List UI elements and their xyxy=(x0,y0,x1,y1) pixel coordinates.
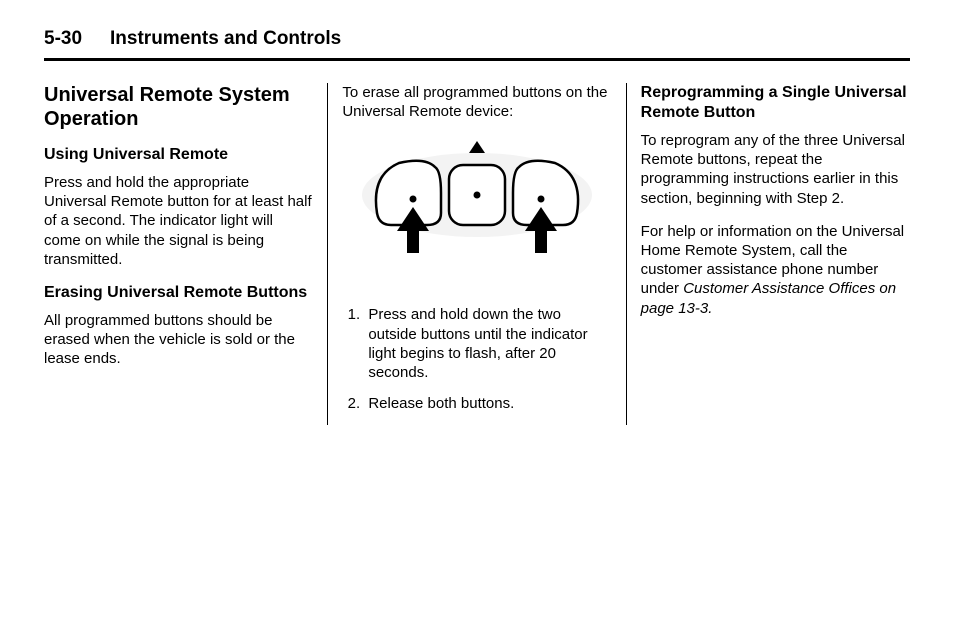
page-number: 5-30 xyxy=(44,28,82,50)
body-text: Press and hold the appropriate Universal… xyxy=(44,173,313,269)
step-list: Press and hold down the two outside butt… xyxy=(342,305,611,413)
column-container: Universal Remote System Operation Using … xyxy=(44,83,910,425)
list-item: Press and hold down the two outside butt… xyxy=(364,305,611,382)
subsection-erasing-buttons: Erasing Universal Remote Buttons xyxy=(44,283,313,303)
section-title: Universal Remote System Operation xyxy=(44,83,313,131)
step-text: Press and hold down the two outside butt… xyxy=(368,306,587,381)
subsection-using-remote: Using Universal Remote xyxy=(44,145,313,165)
list-item: Release both buttons. xyxy=(364,394,611,413)
remote-buttons-diagram xyxy=(357,135,597,285)
column-1: Universal Remote System Operation Using … xyxy=(44,83,327,425)
step-text: Release both buttons. xyxy=(368,395,514,412)
header-rule xyxy=(44,58,910,61)
chapter-title: Instruments and Controls xyxy=(110,28,341,50)
body-text: To reprogram any of the three Universal … xyxy=(641,131,910,208)
column-2: To erase all programmed buttons on the U… xyxy=(327,83,625,425)
subsection-reprogramming: Reprogramming a Single Universal Remote … xyxy=(641,83,910,123)
manual-page: 5-30 Instruments and Controls Universal … xyxy=(0,0,954,445)
column-3: Reprogramming a Single Universal Remote … xyxy=(626,83,910,425)
body-text: To erase all programmed buttons on the U… xyxy=(342,83,611,121)
body-text: For help or information on the Universal… xyxy=(641,222,910,318)
page-header: 5-30 Instruments and Controls xyxy=(44,28,910,58)
body-text: All programmed buttons should be erased … xyxy=(44,311,313,369)
